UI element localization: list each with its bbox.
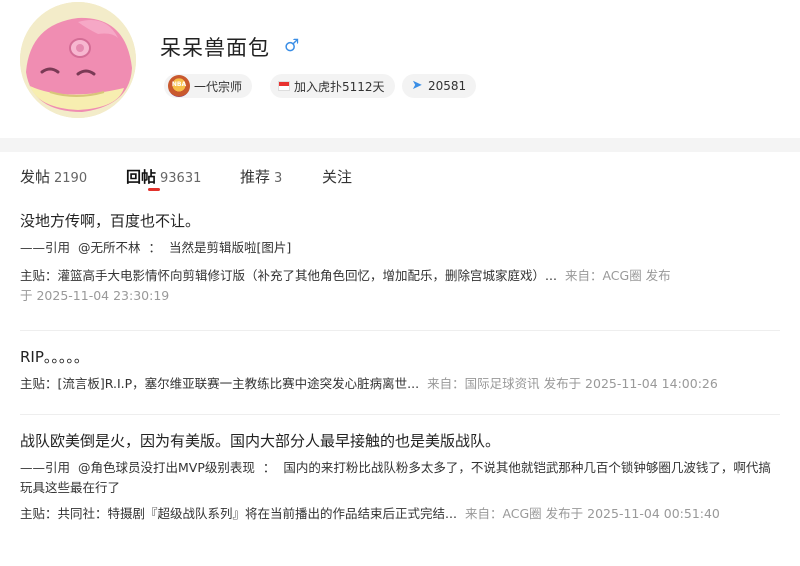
points-icon: ➤ — [411, 78, 423, 93]
meta-label: 主贴： — [20, 268, 58, 283]
tab-bar: 发帖 2190 回帖 93631 推荐 3 关注 — [0, 152, 800, 198]
tab-replies-label: 回帖 — [126, 168, 157, 186]
rank-badge[interactable]: NBA 一代宗师 — [164, 74, 253, 98]
avatar[interactable] — [20, 2, 136, 118]
points-badge: ➤ 20581 — [402, 74, 477, 98]
tab-replies[interactable]: 回帖 93631 — [126, 166, 201, 187]
reply-quote: ——引用 @角色球员没打出MVP级别表现：国内的来打粉比战队粉多太多了，不说其他就… — [20, 458, 780, 498]
profile-header: 呆呆兽面包 ♂ NBA 一代宗师 加入虎扑5112天 ➤ 20581 — [0, 0, 800, 138]
quote-separator: ： — [262, 460, 276, 475]
tab-follow[interactable]: 关注 — [322, 166, 352, 187]
reply-meta: 主贴：[流言板]R.I.P，塞尔维亚联赛一主教练比赛中途突发心脏病离世... 来自… — [20, 374, 780, 394]
reply-text[interactable]: 战队欧美倒是火，因为有美版。国内大部分人最早接触的也是美版战队。 — [20, 430, 780, 452]
reply-text[interactable]: RIP。。。。。 — [20, 346, 780, 368]
divider — [20, 330, 780, 331]
quote-separator: ： — [148, 240, 162, 255]
reply-item: 没地方传啊，百度也不让。 ——引用 @无所不林 ： 当然是剪辑版啦[图片] 主贴：灌篮… — [20, 210, 780, 306]
thread-link[interactable]: 灌篮高手大电影情怀向剪辑修订版（补充了其他角色回忆，增加配乐，删除宫城家庭戏）.… — [58, 268, 557, 283]
active-tab-indicator — [148, 188, 160, 191]
meta-label: 主贴： — [20, 376, 58, 391]
content-panel: 发帖 2190 回帖 93631 推荐 3 关注 没地方传啊，百度也不让。 ——引用 @… — [0, 152, 800, 566]
quote-user[interactable]: @无所不林 — [78, 240, 141, 255]
reply-item: 战队欧美倒是火，因为有美版。国内大部分人最早接触的也是美版战队。 ——引用 @角色… — [20, 430, 780, 524]
meta-time: 于 2025-11-04 23:30:19 — [20, 288, 170, 303]
divider — [20, 414, 780, 415]
meta-source: 来自：ACG圈 发布于 2025-11-04 00:51:40 — [464, 506, 720, 521]
flag-icon — [278, 81, 290, 91]
quote-text: 当然是剪辑版啦[图片] — [169, 240, 292, 255]
rank-label: 一代宗师 — [194, 79, 243, 94]
tab-posts[interactable]: 发帖 2190 — [20, 166, 87, 187]
quote-prefix: ——引用 — [20, 240, 71, 255]
thread-link[interactable]: 共同社：特摄剧『超级战队系列』将在当前播出的作品结束后正式完结... — [58, 506, 457, 521]
reply-item: RIP。。。。。 主贴：[流言板]R.I.P，塞尔维亚联赛一主教练比赛中途突发心… — [20, 346, 780, 394]
tab-replies-count: 93631 — [160, 171, 202, 186]
thread-link[interactable]: [流言板]R.I.P，塞尔维亚联赛一主教练比赛中途突发心脏病离世... — [58, 376, 420, 391]
tab-recommend-label: 推荐 — [240, 168, 271, 186]
tab-recommend-count: 3 — [274, 171, 283, 186]
tab-recommend[interactable]: 推荐 3 — [240, 166, 282, 187]
rank-badge-icon-text: NBA — [171, 81, 187, 88]
tab-follow-label: 关注 — [322, 168, 353, 186]
male-gender-icon: ♂ — [284, 36, 300, 56]
quote-prefix: ——引用 — [20, 460, 71, 475]
points-value: 20581 — [428, 79, 467, 93]
quote-user[interactable]: @角色球员没打出MVP级别表现 — [78, 460, 255, 475]
reply-text[interactable]: 没地方传啊，百度也不让。 — [20, 210, 780, 232]
avatar-slowpoke-icon — [20, 2, 136, 118]
tab-posts-label: 发帖 — [20, 168, 51, 186]
rank-badge-icon: NBA — [168, 75, 190, 97]
reply-quote: ——引用 @无所不林 ： 当然是剪辑版啦[图片] — [20, 238, 780, 258]
meta-source: 来自：ACG圈 发布 — [564, 268, 671, 283]
reply-meta: 主贴：共同社：特摄剧『超级战队系列』将在当前播出的作品结束后正式完结... 来自：… — [20, 504, 780, 524]
tab-posts-count: 2190 — [54, 171, 88, 186]
username: 呆呆兽面包 — [160, 36, 270, 60]
reply-meta: 主贴：灌篮高手大电影情怀向剪辑修订版（补充了其他角色回忆，增加配乐，删除宫城家庭… — [20, 266, 780, 286]
join-days-badge: 加入虎扑5112天 — [270, 74, 395, 98]
meta-label: 主贴： — [20, 506, 58, 521]
meta-source: 来自：国际足球资讯 发布于 2025-11-04 14:00:26 — [427, 376, 718, 391]
join-days-label: 加入虎扑5112天 — [294, 79, 385, 94]
